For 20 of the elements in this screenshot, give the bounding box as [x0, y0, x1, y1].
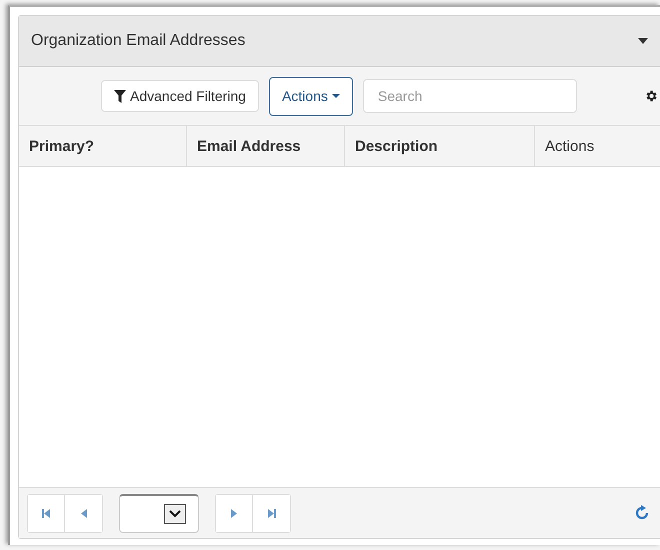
last-page-icon [268, 508, 276, 518]
first-page-button[interactable] [28, 494, 65, 532]
collapse-caret-icon [638, 38, 648, 44]
caret-icon [332, 94, 340, 98]
column-header[interactable]: Actions [535, 126, 660, 166]
search-field[interactable]: Search [362, 79, 577, 113]
actions-dropdown-button[interactable]: Actions [268, 76, 353, 116]
column-header[interactable]: Email Address [187, 126, 345, 166]
page-select[interactable] [119, 494, 199, 532]
column-header[interactable]: Primary? [19, 126, 187, 166]
panel-title: Organization Email Addresses [31, 32, 246, 50]
column-header[interactable]: Description [345, 126, 535, 166]
panel-header[interactable]: Organization Email Addresses [19, 16, 660, 67]
previous-icon [80, 508, 88, 518]
refresh-icon[interactable] [634, 505, 650, 521]
settings-icon[interactable] [644, 89, 658, 103]
first-page-icon [42, 508, 50, 518]
filter-icon [114, 90, 126, 102]
advanced-filtering-button[interactable]: Advanced Filtering [101, 80, 259, 112]
next-icon [230, 508, 238, 518]
